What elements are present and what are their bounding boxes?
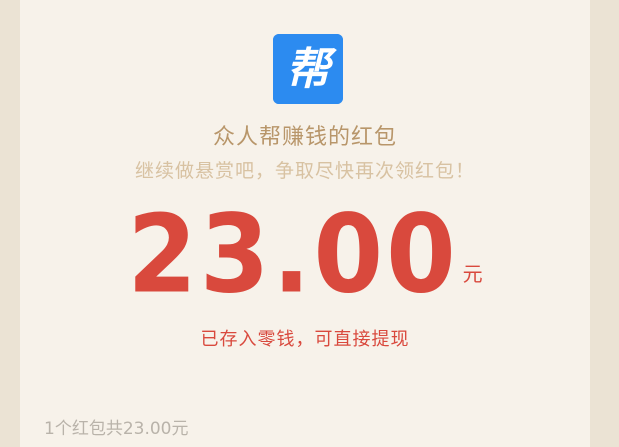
amount-row: 23.00 元 (20, 200, 590, 308)
logo-text: 帮 (286, 44, 337, 95)
packet-title: 众人帮赚钱的红包 (212, 125, 397, 150)
app-logo: 帮 (273, 34, 343, 104)
bang-logo-icon: 帮 (273, 34, 343, 104)
red-packet-screen: 帮 众人帮赚钱的红包 继续做悬赏吧，争取尽快再次领红包！ 23.00 元 已存入零… (0, 0, 619, 447)
packet-subtitle: 继续做悬赏吧，争取尽快再次领红包！ (134, 160, 475, 182)
red-packet-card: 帮 众人帮赚钱的红包 继续做悬赏吧，争取尽快再次领红包！ 23.00 元 已存入零… (20, 0, 590, 447)
packet-summary: 1个红包共23.00元 (44, 419, 189, 439)
deposit-note[interactable]: 已存入零钱，可直接提现 (20, 325, 590, 351)
amount-unit: 元 (462, 262, 483, 286)
amount-value: 23.00 (127, 191, 459, 318)
